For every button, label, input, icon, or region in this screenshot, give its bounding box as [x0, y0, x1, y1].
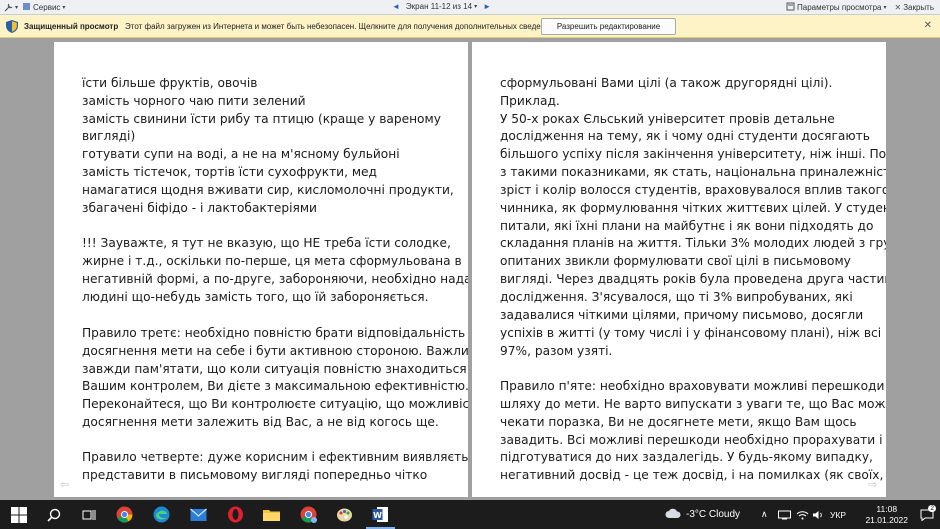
text-line: чекати поразка, Ви не досягнете мети, як…: [500, 415, 857, 429]
scroll-left-icon[interactable]: ⇦: [60, 478, 69, 491]
search-icon[interactable]: [44, 505, 63, 524]
task-view-icon[interactable]: [79, 505, 98, 524]
text-line: з такими показниками, як стать, націонал…: [500, 165, 886, 179]
weather-widget[interactable]: -3°C Cloudy: [665, 500, 740, 529]
svg-text:W: W: [373, 511, 382, 520]
screen-indicator-label: Экран 11-12 из 14: [405, 2, 473, 11]
chevron-down-icon: ▾: [883, 5, 887, 11]
file-explorer-icon[interactable]: [262, 505, 281, 524]
opera-icon[interactable]: [226, 505, 245, 524]
taskbar-clock[interactable]: 11:08 21.01.2022: [865, 504, 908, 526]
service-icon: [22, 2, 31, 13]
text-line: У 50-х роках Єльський університет провів…: [500, 112, 835, 126]
notification-icon[interactable]: 2: [920, 500, 936, 529]
text-line: задавалися чіткими цілями, причому письм…: [500, 308, 864, 322]
chevron-down-icon: ▾: [62, 5, 66, 11]
text-line: дослідження на тему, як і чому одні студ…: [500, 129, 870, 143]
close-icon[interactable]: ✕: [924, 20, 932, 31]
screen-indicator[interactable]: Экран 11-12 из 14 ▾: [406, 2, 477, 11]
text-line: зріст і колір волосся студентів, врахову…: [500, 183, 886, 197]
text-line: завжди пам'ятати, що коли ситуація повні…: [82, 362, 468, 376]
protected-view-title: Защищенный просмотр: [24, 22, 119, 31]
text-line: людині що-небудь замість того, що їй заб…: [82, 290, 429, 304]
view-params-icon: [786, 2, 795, 13]
text-line: вигляді): [82, 129, 136, 143]
text-line: замість чорного чаю пити зелений: [82, 94, 306, 108]
text-line: 97%, разом узяті.: [500, 344, 613, 358]
view-params-button[interactable]: Параметры просмотра ▾: [786, 2, 886, 13]
chevron-up-icon[interactable]: ∧: [761, 500, 768, 529]
text-line: завадить. Всі можливі перешкоди необхідн…: [500, 433, 883, 447]
text-line: готувати супи на воді, а не на м'ясному …: [82, 147, 400, 161]
windows-taskbar: W -3°C Cloudy ∧ УКР 11:08 21.01.2022 2: [0, 500, 940, 529]
close-button[interactable]: ✕ Закрыть: [894, 3, 934, 12]
cloud-icon: [665, 508, 681, 521]
chrome-icon[interactable]: [115, 505, 134, 524]
scroll-right-icon[interactable]: ⇨: [868, 478, 877, 491]
clock-time: 11:08: [876, 504, 898, 514]
text-line: сформульовані Вами цілі (а також другоря…: [500, 76, 833, 90]
notification-count: 2: [928, 505, 936, 512]
text-line: Правило п'яте: необхідно враховувати мож…: [500, 379, 886, 393]
service-label: Сервис: [33, 3, 61, 12]
language-indicator[interactable]: УКР: [830, 500, 846, 529]
clock-date: 21.01.2022: [865, 515, 908, 525]
chevron-down-icon: ▾: [15, 5, 19, 11]
text-line: дослідження. З'ясувалося, що ті 3% випро…: [500, 290, 853, 304]
previous-screen-icon[interactable]: ◄: [392, 2, 400, 11]
text-line: Приклад.: [500, 94, 560, 108]
edge-icon[interactable]: [152, 505, 171, 524]
view-params-label: Параметры просмотра: [797, 3, 882, 12]
reading-toolbar: ▾ Сервис ▾ ◄ Экран 11-12 из 14 ▾ ► Парам…: [0, 0, 940, 15]
text-line: більшого успіху після закінчення універс…: [500, 147, 886, 161]
text-line: успіхів в житті (у тому числі і у фінанс…: [500, 326, 886, 340]
protected-view-bar: Защищенный просмотр Этот файл загружен и…: [0, 15, 940, 38]
text-line: !!! Зауважте, я тут не вказую, що НЕ тре…: [82, 236, 451, 250]
text-line: Правило третє: необхідно повністю брати …: [82, 326, 468, 340]
chrome-profile-icon[interactable]: [299, 505, 318, 524]
text-line: жирне і т.д., оскільки по-перше, ця мета…: [82, 254, 462, 268]
text-line: намагатися щодня вживати сир, кисломолоч…: [82, 183, 454, 197]
word-icon[interactable]: W: [371, 505, 390, 524]
paint-icon[interactable]: [335, 505, 354, 524]
text-line: вигляді. Через двадцять років була прове…: [500, 272, 886, 286]
close-icon: ✕: [894, 3, 902, 12]
windows-start-icon[interactable]: [9, 505, 28, 524]
text-line: чинника, як формулювання чітких життєвих…: [500, 201, 886, 215]
mail-icon[interactable]: [189, 505, 208, 524]
volume-icon[interactable]: [812, 500, 825, 529]
text-line: негативній формі, а по-друге, забороняюч…: [82, 272, 468, 286]
text-line: негативний досвід - це теж досвід, і на …: [500, 468, 886, 482]
text-line: Правило четверте: дуже корисним і ефекти…: [82, 450, 468, 464]
text-line: збагачені біфідо - і лактобактеріями: [82, 201, 317, 215]
text-line: опитаних звикли формулювати свої цілі в …: [500, 254, 851, 268]
shield-icon: [6, 20, 18, 33]
network-icon[interactable]: [778, 500, 791, 529]
chevron-down-icon: ▾: [474, 4, 478, 10]
close-label: Закрыть: [903, 3, 934, 12]
document-page-left: їсти більше фруктів, овочів замість чорн…: [54, 42, 468, 497]
protected-view-message[interactable]: Этот файл загружен из Интернета и может …: [125, 22, 556, 31]
text-line: досягнення мети на себе і бути активною …: [82, 344, 468, 358]
text-line: замість свинини їсти рибу та птицю (кращ…: [82, 112, 441, 126]
service-menu[interactable]: Сервис ▾: [22, 2, 65, 13]
weather-text: -3°C Cloudy: [686, 509, 741, 520]
text-line: їсти більше фруктів, овочів: [82, 76, 258, 90]
text-line: складання планів на життя. Тільки 3% мол…: [500, 236, 886, 250]
text-line: підготуватися до них заздалегідь. У будь…: [500, 450, 873, 464]
tools-icon[interactable]: ▾: [4, 3, 18, 12]
document-page-right: сформульовані Вами цілі (а також другоря…: [472, 42, 886, 497]
text-line: досягнення мети залежить від Вас, а не в…: [82, 415, 439, 429]
text-line: представити в письмовому вигляді поперед…: [82, 468, 428, 482]
text-line: замість тістечок, тортів їсти сухофрукти…: [82, 165, 377, 179]
text-line: Вашим контролем, Ви дієте з максимальною…: [82, 379, 468, 393]
wifi-icon[interactable]: [796, 500, 809, 529]
text-line: шляху до мети. Не варто випускати з уваг…: [500, 397, 886, 411]
text-line: питали, які їхні плани на майбутнє і як …: [500, 219, 874, 233]
enable-editing-button[interactable]: Разрешить редактирование: [541, 18, 676, 35]
text-line: Переконайтеся, що Ви контролюєте ситуаці…: [82, 397, 468, 411]
next-screen-icon[interactable]: ►: [483, 2, 491, 11]
